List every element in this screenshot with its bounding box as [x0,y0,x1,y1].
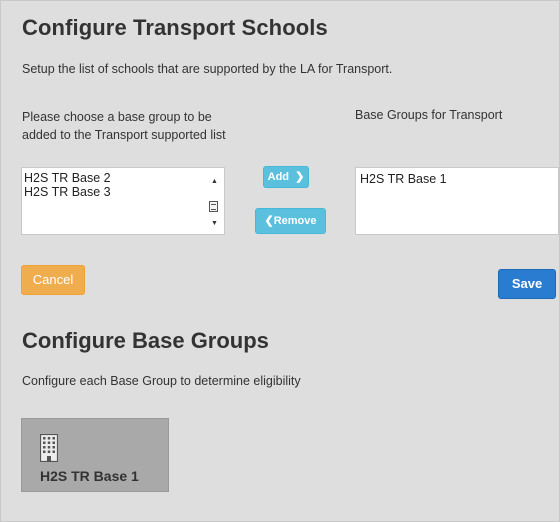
available-base-groups-listbox[interactable]: H2S TR Base 2 H2S TR Base 3 ▲ ▼ [21,167,225,235]
base-group-tile-label: H2S TR Base 1 [40,468,139,484]
list-item[interactable]: H2S TR Base 1 [360,172,447,186]
chevron-right-icon: ❯ [292,171,305,183]
add-button-label: Add [267,171,290,183]
scroll-up-arrow-icon[interactable]: ▲ [207,176,222,188]
list-item[interactable]: H2S TR Base 2 [24,171,111,185]
remove-button-label: Remove [273,215,317,227]
available-items: H2S TR Base 2 H2S TR Base 3 [24,171,111,199]
scroll-thumb[interactable] [209,201,218,212]
add-button[interactable]: Add ❯ [263,166,309,188]
cancel-button[interactable]: Cancel [21,265,85,295]
page-title: Configure Transport Schools [22,15,328,40]
base-groups-for-transport-label: Base Groups for Transport [355,108,503,122]
remove-button[interactable]: ❮Remove [255,208,326,234]
chevron-left-icon: ❮ [264,215,274,227]
base-group-tile[interactable]: H2S TR Base 1 [21,418,169,492]
save-button[interactable]: Save [498,269,556,299]
selected-items: H2S TR Base 1 [360,172,447,186]
base-groups-description: Configure each Base Group to determine e… [22,374,301,388]
listbox-scrollbar[interactable]: ▲ ▼ [207,170,222,232]
transport-description: Setup the list of schools that are suppo… [22,62,393,76]
choose-base-group-label: Please choose a base group to be added t… [22,110,226,142]
building-icon [40,434,58,462]
list-item[interactable]: H2S TR Base 3 [24,185,111,199]
transport-base-groups-listbox[interactable]: H2S TR Base 1 [355,167,559,235]
scroll-down-arrow-icon[interactable]: ▼ [207,218,222,230]
configure-transport-panel: Configure Transport Schools Setup the li… [0,0,560,522]
base-groups-section-title: Configure Base Groups [22,328,269,353]
